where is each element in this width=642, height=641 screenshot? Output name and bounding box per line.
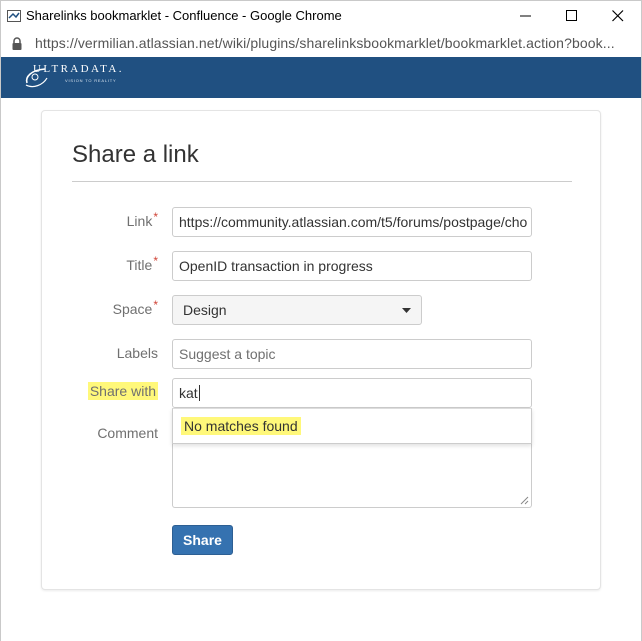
required-marker: *	[153, 254, 158, 268]
close-window-button[interactable]	[595, 1, 641, 31]
text-cursor	[198, 385, 200, 401]
no-matches-message: No matches found	[181, 417, 301, 435]
brand-name: ULTRADATA.	[33, 63, 124, 75]
title-input[interactable]: OpenID transaction in progress	[172, 251, 532, 281]
link-input[interactable]: https://community.atlassian.com/t5/forum…	[172, 207, 532, 237]
minimize-button[interactable]	[503, 1, 549, 31]
labels-label: Labels	[116, 345, 158, 361]
form-heading: Share a link	[72, 141, 199, 168]
minimize-icon	[520, 15, 531, 17]
title-label: Title*	[126, 254, 158, 273]
maximize-button[interactable]	[549, 1, 595, 31]
window-title: Sharelinks bookmarklet - Confluence - Go…	[26, 8, 342, 23]
heading-divider	[72, 181, 572, 182]
brand-tagline: VISION TO REALITY	[65, 78, 117, 83]
comment-label: Comment	[97, 425, 158, 441]
share-with-input[interactable]: kat	[172, 378, 532, 408]
share-with-suggestions: No matches found	[172, 408, 532, 444]
required-marker: *	[153, 298, 158, 312]
share-button[interactable]: Share	[172, 525, 233, 555]
address-bar[interactable]: https://vermilian.atlassian.net/wiki/plu…	[1, 31, 641, 57]
link-label: Link*	[126, 210, 158, 229]
labels-input[interactable]: Suggest a topic	[172, 339, 532, 369]
share-with-label: Share with	[87, 382, 158, 400]
brand-header: ULTRADATA. VISION TO REALITY	[1, 57, 641, 98]
url-text: https://vermilian.atlassian.net/wiki/plu…	[35, 35, 615, 51]
page-content: Share a link Link* https://community.atl…	[1, 98, 641, 641]
page-favicon-icon	[7, 10, 21, 22]
space-label: Space*	[112, 298, 158, 317]
browser-window: Sharelinks bookmarklet - Confluence - Go…	[0, 0, 642, 641]
close-icon	[612, 10, 624, 22]
required-marker: *	[153, 210, 158, 224]
resize-handle-icon[interactable]	[520, 496, 529, 505]
title-bar: Sharelinks bookmarklet - Confluence - Go…	[1, 1, 641, 31]
lock-icon	[12, 37, 22, 50]
maximize-icon	[566, 10, 577, 21]
space-select[interactable]: Design	[172, 295, 422, 325]
chevron-down-icon	[402, 308, 411, 313]
comment-textarea[interactable]	[172, 444, 532, 508]
share-link-form: Share a link Link* https://community.atl…	[41, 110, 601, 590]
